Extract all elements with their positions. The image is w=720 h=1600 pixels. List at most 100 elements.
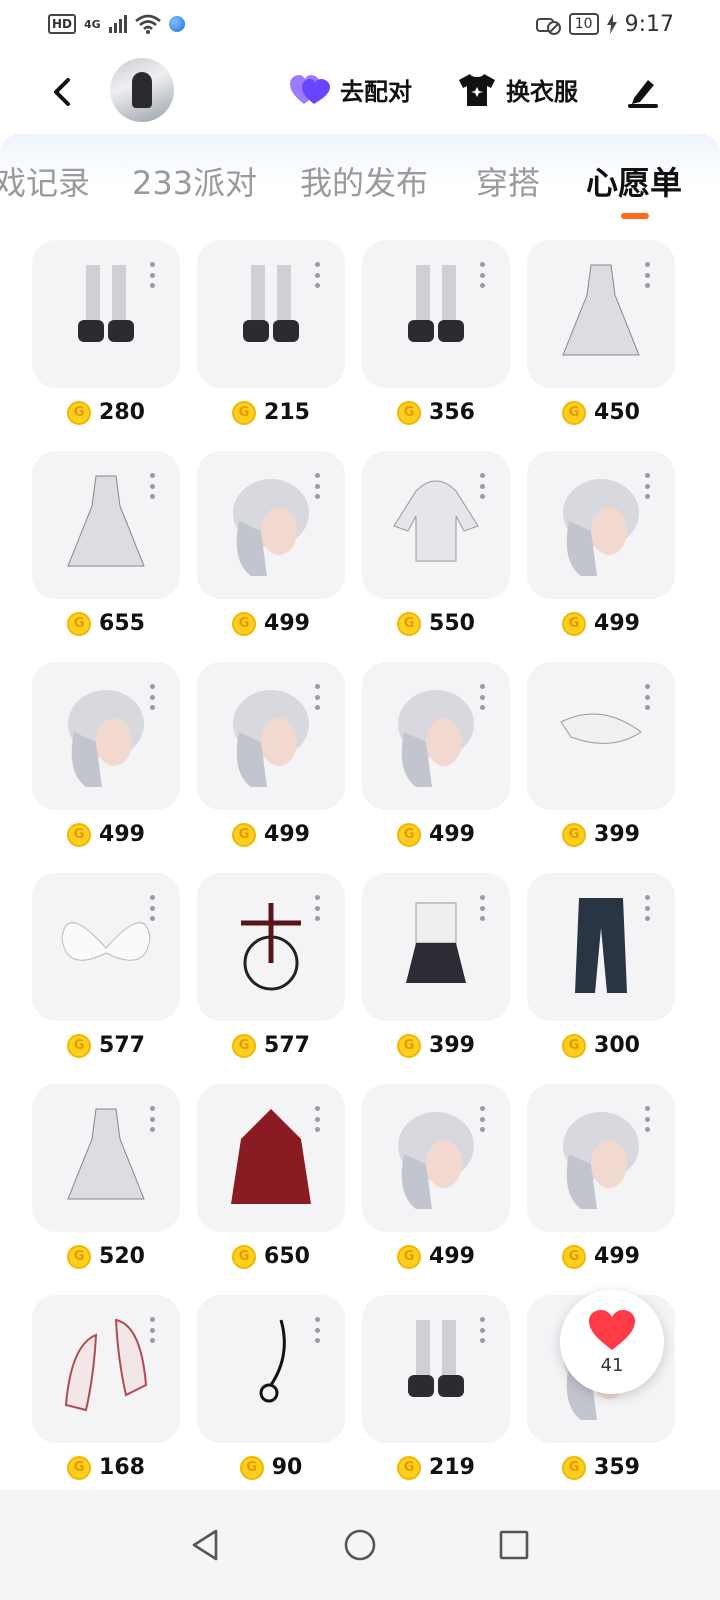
- item-card[interactable]: [197, 873, 345, 1021]
- more-options-icon[interactable]: [150, 262, 156, 288]
- more-options-icon[interactable]: [645, 895, 651, 921]
- wishlist-item[interactable]: G 399: [527, 662, 675, 847]
- more-options-icon[interactable]: [480, 1106, 486, 1132]
- wishlist-item[interactable]: G 168: [32, 1295, 180, 1480]
- item-card[interactable]: [32, 662, 180, 810]
- wishlist-item[interactable]: G 520: [32, 1084, 180, 1269]
- item-card[interactable]: [362, 662, 510, 810]
- wishlist-item[interactable]: G 356: [362, 240, 510, 425]
- item-card[interactable]: [362, 1084, 510, 1232]
- tab-outfits[interactable]: 穿搭: [476, 158, 540, 204]
- wishlist-item[interactable]: G 280: [32, 240, 180, 425]
- more-options-icon[interactable]: [150, 473, 156, 499]
- item-card[interactable]: [527, 1084, 675, 1232]
- wishlist-item[interactable]: G 499: [362, 662, 510, 847]
- more-options-icon[interactable]: [315, 1317, 321, 1343]
- price-value: 499: [99, 822, 145, 847]
- more-options-icon[interactable]: [315, 684, 321, 710]
- wishlist-item[interactable]: G 215: [197, 240, 345, 425]
- browser-icon: [168, 16, 185, 32]
- back-triangle-icon[interactable]: [188, 1527, 224, 1563]
- tab-game-records[interactable]: 戏记录: [0, 158, 90, 204]
- wishlist-item[interactable]: G 499: [527, 1084, 675, 1269]
- item-thumbnail: [408, 265, 464, 342]
- item-card[interactable]: [197, 1084, 345, 1232]
- wishlist-item[interactable]: G 655: [32, 451, 180, 636]
- item-card[interactable]: [197, 662, 345, 810]
- item-card[interactable]: [362, 1295, 510, 1443]
- item-card[interactable]: [527, 240, 675, 388]
- more-options-icon[interactable]: [480, 473, 486, 499]
- more-options-icon[interactable]: [315, 262, 321, 288]
- more-options-icon[interactable]: [645, 684, 651, 710]
- item-card[interactable]: [362, 451, 510, 599]
- avatar[interactable]: [110, 58, 174, 122]
- wishlist-item[interactable]: G 577: [32, 873, 180, 1058]
- tab-wishlist[interactable]: 心愿单: [586, 158, 682, 204]
- wishlist-item[interactable]: G 219: [362, 1295, 510, 1480]
- more-options-icon[interactable]: [150, 684, 156, 710]
- item-price: G 520: [32, 1244, 180, 1269]
- more-options-icon[interactable]: [150, 1106, 156, 1132]
- match-button[interactable]: 去配对: [290, 72, 412, 107]
- battery-level: 10: [568, 13, 599, 35]
- coin-icon: G: [232, 1033, 257, 1058]
- wishlist-item[interactable]: G 90: [197, 1295, 345, 1480]
- more-options-icon[interactable]: [480, 1317, 486, 1343]
- item-card[interactable]: [32, 240, 180, 388]
- wishlist-item[interactable]: G 499: [527, 451, 675, 636]
- more-options-icon[interactable]: [645, 473, 651, 499]
- item-price: G 450: [527, 400, 675, 425]
- wifi-icon: [134, 14, 161, 34]
- match-label: 去配对: [340, 78, 412, 106]
- item-thumbnail: [67, 475, 145, 567]
- more-options-icon[interactable]: [480, 262, 486, 288]
- item-thumbnail: [563, 479, 639, 576]
- system-nav-bar: [0, 1490, 720, 1600]
- wishlist-item[interactable]: G 300: [527, 873, 675, 1058]
- item-card[interactable]: [362, 873, 510, 1021]
- recents-square-icon[interactable]: [496, 1527, 532, 1563]
- wishlist-item[interactable]: G 499: [32, 662, 180, 847]
- more-options-icon[interactable]: [480, 684, 486, 710]
- tab-233-party[interactable]: 233派对: [132, 158, 257, 204]
- wishlist-item[interactable]: G 550: [362, 451, 510, 636]
- wishlist-item[interactable]: G 450: [527, 240, 675, 425]
- item-card[interactable]: [197, 240, 345, 388]
- item-card[interactable]: [32, 1084, 180, 1232]
- item-card[interactable]: [362, 240, 510, 388]
- wishlist-item[interactable]: G 499: [197, 662, 345, 847]
- more-options-icon[interactable]: [315, 1106, 321, 1132]
- more-options-icon[interactable]: [315, 473, 321, 499]
- favorite-button[interactable]: 41: [560, 1290, 664, 1394]
- tab-my-posts[interactable]: 我的发布: [300, 158, 428, 204]
- wishlist-item[interactable]: G 499: [362, 1084, 510, 1269]
- item-thumbnail: [398, 1112, 474, 1209]
- item-card[interactable]: [527, 451, 675, 599]
- more-options-icon[interactable]: [150, 895, 156, 921]
- item-thumbnail: [233, 479, 309, 576]
- back-button[interactable]: [46, 72, 78, 112]
- home-circle-icon[interactable]: [342, 1527, 378, 1563]
- wishlist-item[interactable]: G 577: [197, 873, 345, 1058]
- wishlist-item[interactable]: G 650: [197, 1084, 345, 1269]
- item-card[interactable]: [32, 1295, 180, 1443]
- item-card[interactable]: [197, 451, 345, 599]
- coin-icon: G: [562, 822, 587, 847]
- more-options-icon[interactable]: [150, 1317, 156, 1343]
- item-card[interactable]: [197, 1295, 345, 1443]
- more-options-icon[interactable]: [645, 262, 651, 288]
- wishlist-item[interactable]: G 499: [197, 451, 345, 636]
- coin-icon: G: [562, 1455, 587, 1480]
- item-card[interactable]: [32, 451, 180, 599]
- more-options-icon[interactable]: [480, 895, 486, 921]
- more-options-icon[interactable]: [645, 1106, 651, 1132]
- charging-icon: [606, 14, 617, 34]
- wishlist-item[interactable]: G 399: [362, 873, 510, 1058]
- edit-icon[interactable]: [626, 76, 662, 108]
- item-card[interactable]: [527, 873, 675, 1021]
- item-card[interactable]: [527, 662, 675, 810]
- more-options-icon[interactable]: [315, 895, 321, 921]
- item-card[interactable]: [32, 873, 180, 1021]
- change-outfit-button[interactable]: 换衣服: [458, 72, 578, 107]
